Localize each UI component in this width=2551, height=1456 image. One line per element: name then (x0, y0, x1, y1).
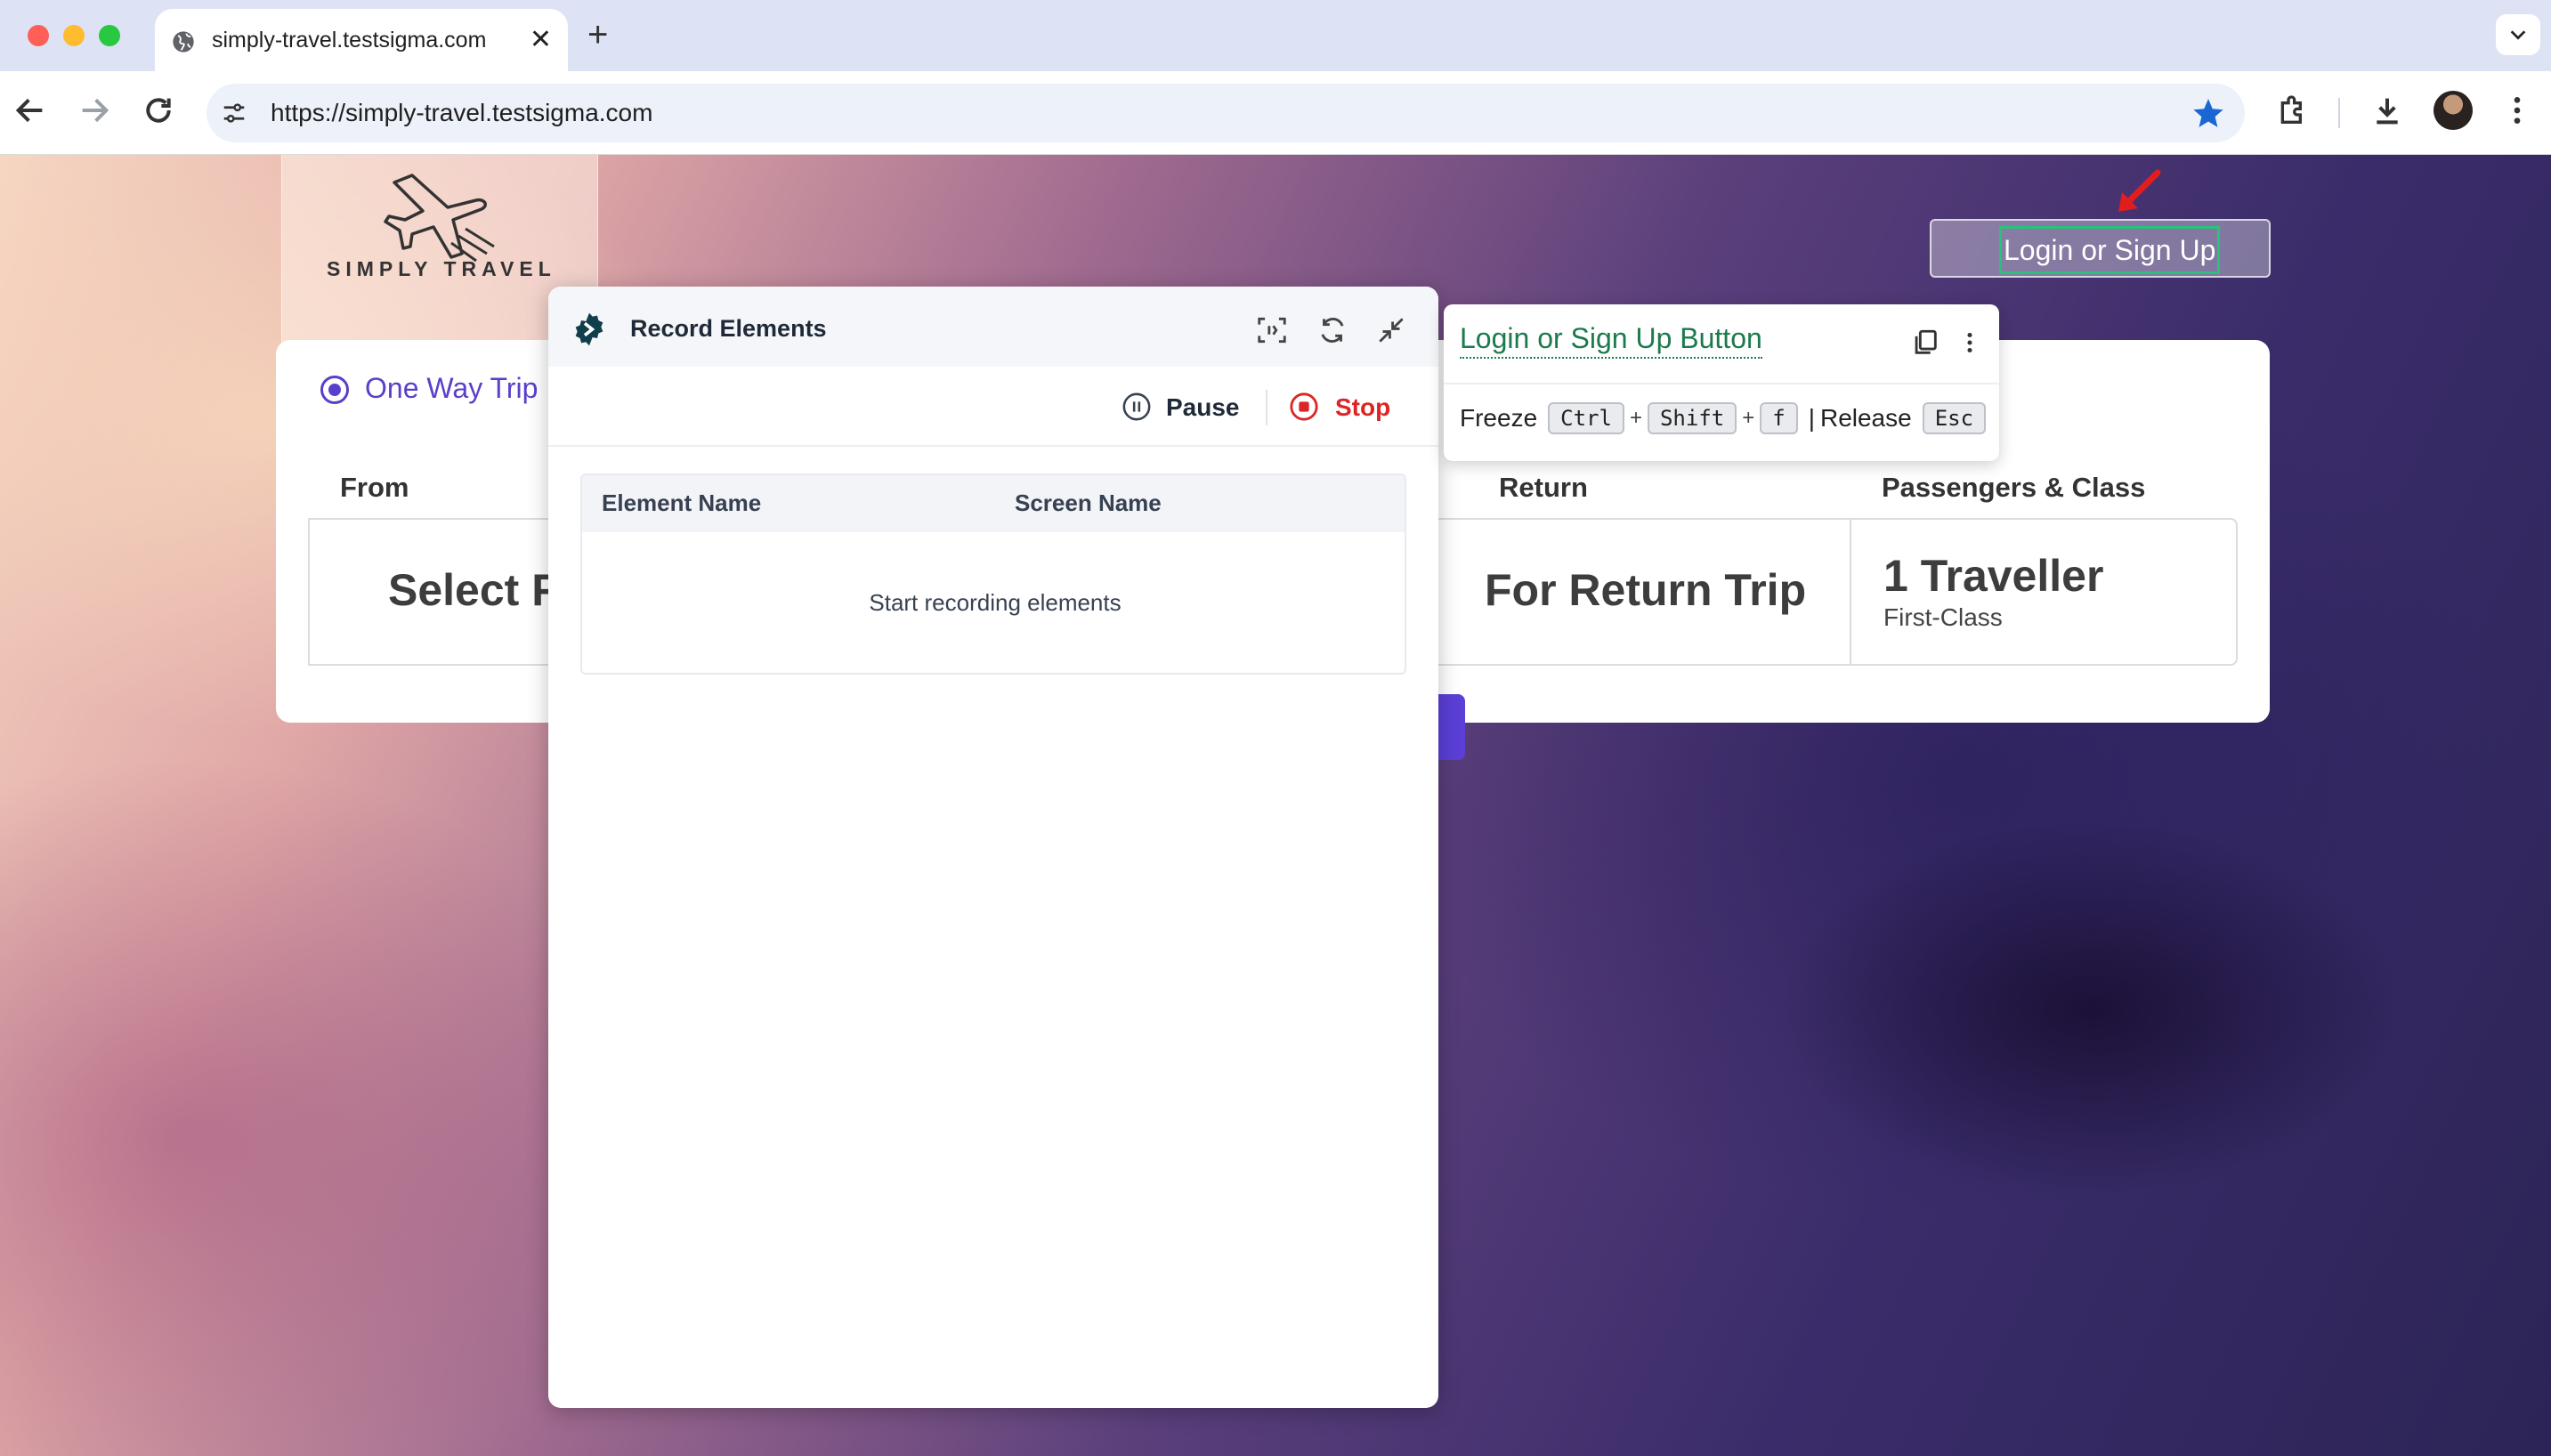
class-value: First-Class (1883, 603, 2003, 631)
column-element-name: Element Name (602, 489, 762, 516)
pause-button[interactable]: Pause (1166, 393, 1240, 422)
recorded-elements-table: Element Name Screen Name Start recording… (580, 473, 1406, 675)
empty-state-message: Start recording elements (869, 589, 1122, 616)
tab-title: simply-travel.testsigma.com (212, 28, 487, 53)
key-esc: Esc (1922, 402, 1987, 434)
return-label: Return (1499, 472, 1588, 503)
logo-text: SIMPLY TRAVEL (327, 257, 556, 280)
record-panel-header: Record Elements (548, 287, 1438, 367)
testsigma-gear-icon (575, 312, 603, 346)
site-settings-icon[interactable] (221, 100, 247, 126)
one-way-trip-label: One Way Trip (365, 372, 539, 404)
more-options-icon[interactable] (2499, 93, 2535, 128)
radio-selected-icon[interactable] (320, 376, 349, 404)
window-close-button[interactable] (28, 25, 49, 46)
tooltip-divider (1444, 383, 1999, 384)
chevron-down-icon (2510, 30, 2526, 40)
plus-sign: + (1629, 406, 1642, 430)
bookmark-star-icon[interactable] (2191, 96, 2225, 130)
capture-screen-icon[interactable] (1255, 313, 1289, 347)
stop-button[interactable]: Stop (1335, 393, 1390, 422)
address-bar[interactable]: https://simply-travel.testsigma.com (207, 84, 2245, 142)
tab-close-icon[interactable]: ✕ (530, 25, 552, 55)
element-info-tooltip: Login or Sign Up Button Freeze Ctrl + Sh… (1444, 304, 1999, 461)
record-panel-title: Record Elements (630, 315, 827, 342)
copy-icon[interactable] (1910, 328, 1940, 358)
browser-tab-bar: simply-travel.testsigma.com ✕ + (0, 0, 2551, 71)
key-f: f (1760, 402, 1798, 434)
release-label: Release (1819, 404, 1912, 432)
passengers-class-field[interactable]: 1 Traveller First-Class (1850, 518, 2238, 666)
record-controls: Pause Stop (548, 367, 1438, 447)
from-label: From (340, 472, 409, 503)
browser-toolbar: https://simply-travel.testsigma.com (0, 71, 2551, 155)
reload-icon[interactable] (141, 93, 176, 128)
login-signup-button[interactable]: Login or Sign Up (1930, 219, 2271, 278)
back-arrow-icon[interactable] (12, 93, 48, 128)
airplane-icon (384, 174, 495, 263)
key-ctrl: Ctrl (1548, 402, 1624, 434)
pause-icon[interactable] (1122, 392, 1152, 422)
shortcut-hints: Freeze Ctrl + Shift + f | Release Esc (1460, 402, 1991, 434)
flight-search-card-right: Return Passengers & Class For Return Tri… (1435, 417, 2270, 723)
stop-icon[interactable] (1289, 392, 1319, 422)
record-elements-panel: Record Elements Pause Stop Element Name … (548, 287, 1438, 1408)
url-text[interactable]: https://simply-travel.testsigma.com (271, 99, 652, 127)
plus-sign: + (1742, 406, 1755, 430)
column-screen-name: Screen Name (1015, 489, 1162, 516)
return-field[interactable]: For Return Trip (1435, 518, 1851, 666)
minimize-icon[interactable] (1374, 313, 1408, 347)
controls-divider (1266, 390, 1267, 425)
new-tab-button[interactable]: + (587, 14, 608, 55)
toolbar-divider (2338, 98, 2340, 128)
browser-tab[interactable]: simply-travel.testsigma.com ✕ (155, 9, 568, 71)
refresh-icon[interactable] (1316, 313, 1349, 347)
window-maximize-button[interactable] (99, 25, 120, 46)
profile-avatar[interactable] (2434, 91, 2473, 130)
tab-search-button[interactable] (2496, 14, 2540, 55)
globe-icon (173, 31, 194, 53)
element-name-link[interactable]: Login or Sign Up Button (1460, 322, 1762, 359)
window-minimize-button[interactable] (63, 25, 85, 46)
table-header: Element Name Screen Name (582, 475, 1405, 532)
extensions-icon[interactable] (2275, 93, 2311, 128)
passengers-value: 1 Traveller (1883, 551, 2104, 601)
separator: | (1808, 404, 1815, 432)
login-signup-label: Login or Sign Up (1999, 226, 2221, 274)
forward-arrow-icon[interactable] (77, 93, 112, 128)
key-shift: Shift (1647, 402, 1737, 434)
more-vertical-icon[interactable] (1958, 328, 1981, 358)
freeze-label: Freeze (1460, 404, 1538, 432)
pointer-arrow-icon (2118, 169, 2161, 212)
return-value: For Return Trip (1485, 565, 1807, 615)
passengers-class-label: Passengers & Class (1882, 472, 2146, 503)
download-icon[interactable] (2369, 93, 2405, 128)
